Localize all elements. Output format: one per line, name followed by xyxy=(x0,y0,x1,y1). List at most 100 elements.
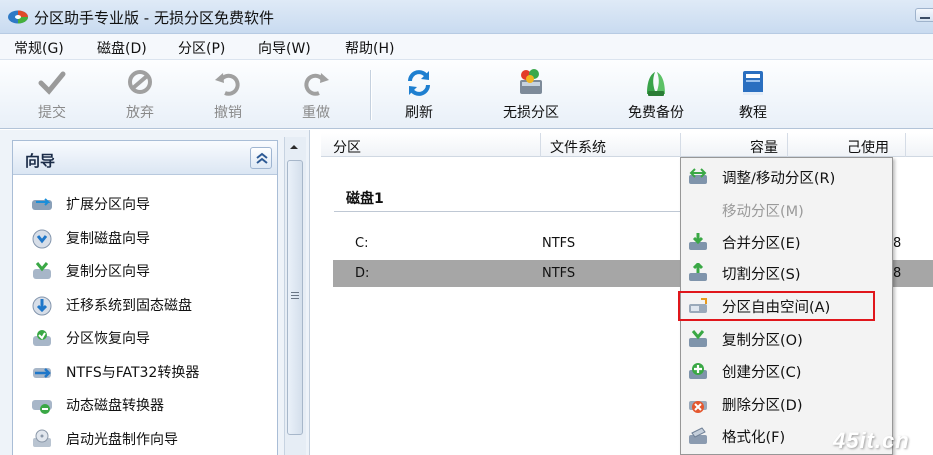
checkmark-icon xyxy=(38,71,66,95)
delete-partition-icon xyxy=(689,401,707,413)
tutorial-label: 教程 xyxy=(739,105,767,121)
menu-item-label: 切割分区(S) xyxy=(722,266,801,283)
menu-item-label: 格式化(F) xyxy=(722,429,786,446)
menu-wizard[interactable]: 向导(W) xyxy=(258,38,311,58)
column-divider xyxy=(787,133,788,157)
wizard-item-dynamic-disk-converter[interactable]: 动态磁盘转换器 xyxy=(30,392,164,418)
format-icon xyxy=(689,427,707,444)
wizard-item-label: 启动光盘制作向导 xyxy=(66,432,178,448)
lossless-partition-button[interactable]: 无损分区 xyxy=(491,62,571,126)
book-icon xyxy=(743,71,763,95)
column-header-filesystem[interactable]: 文件系统 xyxy=(550,137,606,157)
refresh-label: 刷新 xyxy=(405,105,433,121)
menu-general[interactable]: 常规(G) xyxy=(14,38,64,58)
menu-item-label: 删除分区(D) xyxy=(722,397,803,414)
column-header-used[interactable]: 己使用 xyxy=(847,137,889,157)
column-divider xyxy=(905,133,906,157)
tutorial-button[interactable]: 教程 xyxy=(727,62,779,126)
menu-help[interactable]: 帮助(H) xyxy=(345,38,394,58)
migrate-os-icon xyxy=(32,296,52,316)
double-chevron-up-icon xyxy=(256,152,268,164)
column-divider xyxy=(680,133,681,157)
watermark: 45it.cn xyxy=(833,428,910,453)
free-backup-button[interactable]: 免费备份 xyxy=(616,62,696,126)
wizard-item-copy-partition[interactable]: 复制分区向导 xyxy=(30,258,150,284)
menu-item-create-partition[interactable]: 创建分区(C) xyxy=(681,356,891,386)
wizard-item-label: 迁移系统到固态磁盘 xyxy=(66,298,192,314)
redo-icon xyxy=(304,73,329,96)
wizard-item-extend-partition[interactable]: 扩展分区向导 xyxy=(30,191,150,217)
split-partition-icon xyxy=(689,263,707,281)
filesystem-cell: NTFS xyxy=(542,266,576,281)
lossless-partition-icon xyxy=(520,69,542,94)
submit-button[interactable]: 提交 xyxy=(26,62,78,126)
disk-group-divider xyxy=(334,211,694,212)
menu-item-split-partition[interactable]: 切割分区(S) xyxy=(681,258,891,288)
undo-label: 撤销 xyxy=(214,105,242,121)
column-divider xyxy=(540,133,541,157)
filesystem-cell: NTFS xyxy=(542,236,576,251)
wizard-item-ntfs-fat32-converter[interactable]: NTFS与FAT32转换器 xyxy=(30,359,199,385)
menu-item-label: 复制分区(O) xyxy=(722,332,803,349)
menu-item-delete-partition[interactable]: 删除分区(D) xyxy=(681,389,891,419)
wizard-item-bootable-cd[interactable]: 启动光盘制作向导 xyxy=(30,426,178,452)
wizard-item-label: 扩展分区向导 xyxy=(66,197,150,213)
used-cell-partial: 8 xyxy=(893,266,902,281)
wizard-item-copy-disk[interactable]: 复制磁盘向导 xyxy=(30,225,150,251)
highlight-box xyxy=(678,291,875,321)
copy-partition-icon xyxy=(33,262,51,279)
merge-partition-icon xyxy=(689,233,707,250)
menu-item-move-partition[interactable]: 移动分区(M) xyxy=(681,195,891,225)
refresh-icon xyxy=(408,70,430,96)
wizard-item-label: 复制分区向导 xyxy=(66,264,150,280)
refresh-button[interactable]: 刷新 xyxy=(393,62,445,126)
redo-button[interactable]: 重做 xyxy=(290,62,342,126)
menu-partition[interactable]: 分区(P) xyxy=(178,38,225,58)
create-partition-icon xyxy=(689,363,707,379)
undo-button[interactable]: 撤销 xyxy=(202,62,254,126)
menu-item-label: 调整/移动分区(R) xyxy=(722,170,836,187)
dynamic-disk-icon xyxy=(32,400,52,414)
discard-label: 放弃 xyxy=(126,105,154,121)
menu-item-resize-move[interactable]: 调整/移动分区(R) xyxy=(681,162,891,192)
collapse-button[interactable] xyxy=(250,147,272,169)
partition-recovery-icon xyxy=(33,330,51,346)
menu-item-label: 创建分区(C) xyxy=(722,364,802,381)
partition-cell: D: xyxy=(355,266,370,281)
partition-cell: C: xyxy=(355,236,369,251)
convert-icon xyxy=(33,368,51,378)
wizard-item-partition-recovery[interactable]: 分区恢复向导 xyxy=(30,325,150,351)
wizard-panel-title: 向导 xyxy=(25,152,56,170)
disk-group-label: 磁盘1 xyxy=(346,191,384,207)
extend-partition-icon xyxy=(32,198,52,210)
used-cell-partial: 8 xyxy=(893,236,902,251)
copy-disk-icon xyxy=(32,229,52,249)
backup-icon xyxy=(647,72,665,96)
resize-partition-icon xyxy=(689,168,707,184)
undo-icon xyxy=(215,73,240,96)
column-header-capacity[interactable]: 容量 xyxy=(750,137,778,157)
menu-item-merge-partition[interactable]: 合并分区(E) xyxy=(681,227,891,257)
menu-item-label: 合并分区(E) xyxy=(722,235,801,252)
column-header-row xyxy=(321,133,933,157)
menu-item-copy-partition[interactable]: 复制分区(O) xyxy=(681,324,891,354)
submit-label: 提交 xyxy=(38,105,66,121)
lossless-partition-label: 无损分区 xyxy=(503,105,559,121)
minimize-icon xyxy=(920,17,930,19)
minimize-button[interactable] xyxy=(915,8,933,22)
column-header-partition[interactable]: 分区 xyxy=(333,137,361,157)
wizard-item-migrate-os-ssd[interactable]: 迁移系统到固态磁盘 xyxy=(30,292,192,318)
wizard-item-label: 复制磁盘向导 xyxy=(66,231,150,247)
scroll-up-arrow-icon[interactable] xyxy=(286,140,302,154)
wizard-item-label: 动态磁盘转换器 xyxy=(66,398,164,414)
window-title: 分区助手专业版 - 无损分区免费软件 xyxy=(34,9,274,27)
copy-partition-icon xyxy=(689,330,707,347)
discard-icon xyxy=(128,70,152,94)
app-logo-icon xyxy=(8,10,29,24)
menu-disk[interactable]: 磁盘(D) xyxy=(97,38,147,58)
toolbar-separator xyxy=(370,70,372,120)
wizard-item-label: 分区恢复向导 xyxy=(66,331,150,347)
discard-button[interactable]: 放弃 xyxy=(114,62,166,126)
grip-icon xyxy=(291,292,299,299)
redo-label: 重做 xyxy=(302,105,330,121)
